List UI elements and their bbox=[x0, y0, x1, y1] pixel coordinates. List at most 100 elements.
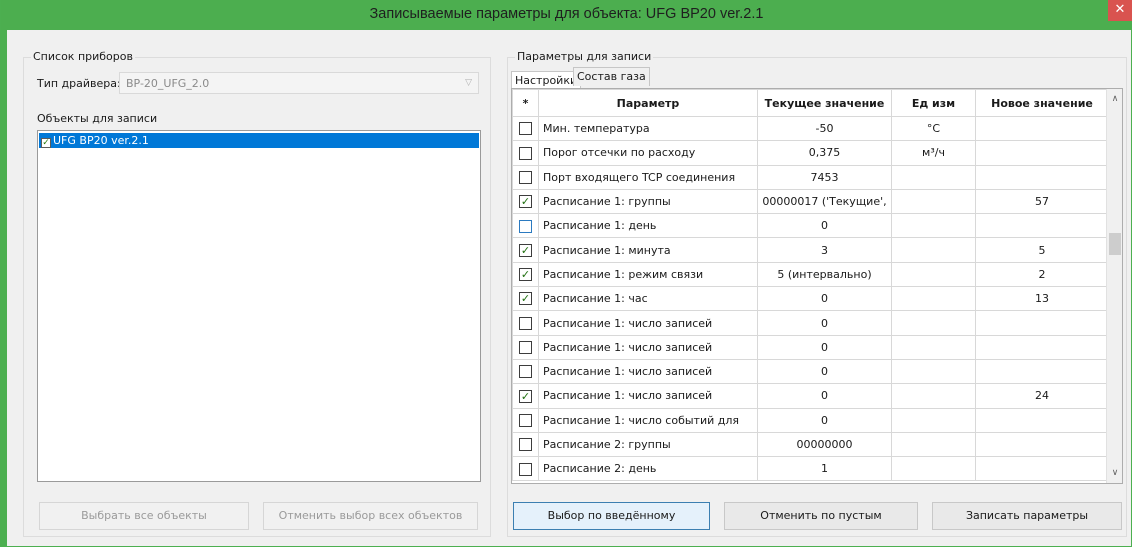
new-value-cell[interactable] bbox=[975, 358, 1109, 385]
row-checkbox[interactable] bbox=[519, 462, 532, 476]
row-checkbox[interactable] bbox=[519, 365, 532, 379]
row-checkbox-cell[interactable] bbox=[512, 310, 539, 336]
objects-list[interactable]: ✓ UFG BP20 ver.2.1 bbox=[37, 130, 481, 482]
row-checkbox[interactable]: ✓ bbox=[519, 292, 532, 306]
new-value-cell[interactable] bbox=[975, 334, 1109, 360]
unit-cell bbox=[891, 358, 976, 385]
row-checkbox[interactable]: ✓ bbox=[519, 389, 532, 403]
vertical-scrollbar[interactable]: ∧ ∨ bbox=[1106, 89, 1122, 483]
tab-settings[interactable]: Настройки bbox=[511, 71, 582, 88]
unit-cell bbox=[891, 456, 976, 482]
select-by-entered-button[interactable]: Выбор по введённому bbox=[513, 502, 710, 530]
current-value-cell: 0 bbox=[757, 334, 892, 360]
table-row[interactable]: Расписание 1: число записей 0 bbox=[512, 334, 1109, 360]
tab-gas-composition[interactable]: Состав газа bbox=[573, 67, 650, 86]
col-header-unit[interactable]: Ед изм bbox=[891, 89, 976, 117]
row-checkbox[interactable] bbox=[519, 413, 532, 427]
new-value-cell[interactable]: 13 bbox=[975, 286, 1109, 312]
new-value-cell[interactable] bbox=[975, 140, 1109, 166]
select-all-objects-button[interactable]: Выбрать все объекты bbox=[39, 502, 249, 530]
table-row[interactable]: ✓ Расписание 1: минута 3 5 bbox=[512, 237, 1109, 263]
table-row[interactable]: Расписание 1: число записей 0 bbox=[512, 310, 1109, 336]
title-bar[interactable]: Записываемые параметры для объекта: UFG … bbox=[1, 0, 1132, 30]
table-row[interactable]: ✓ Расписание 1: час 0 13 bbox=[512, 286, 1109, 312]
row-checkbox[interactable]: ✓ bbox=[519, 195, 532, 209]
table-row[interactable]: Расписание 1: день 0 bbox=[512, 213, 1109, 239]
table-row[interactable]: Мин. температура -50 °C bbox=[512, 115, 1109, 142]
list-item[interactable]: ✓ UFG BP20 ver.2.1 bbox=[39, 133, 479, 148]
row-checkbox-cell[interactable]: ✓ bbox=[512, 261, 539, 288]
table-row[interactable]: Расписание 1: число записей 0 bbox=[512, 358, 1109, 385]
row-checkbox[interactable]: ✓ bbox=[519, 268, 532, 282]
col-header-star[interactable]: * bbox=[512, 89, 539, 117]
new-value-cell[interactable] bbox=[975, 164, 1109, 190]
table-row[interactable]: Порт входящего TCP соединения 7453 bbox=[512, 164, 1109, 190]
row-checkbox-cell[interactable] bbox=[512, 213, 539, 239]
chevron-down-icon: ▽ bbox=[465, 78, 472, 88]
new-value-cell[interactable]: 57 bbox=[975, 188, 1109, 215]
param-name-cell: Расписание 1: число записей bbox=[538, 358, 758, 385]
current-value-cell: 0 bbox=[757, 310, 892, 336]
row-checkbox-cell[interactable] bbox=[512, 115, 539, 142]
col-header-param[interactable]: Параметр bbox=[538, 89, 758, 117]
param-name-cell: Порт входящего TCP соединения bbox=[538, 164, 758, 190]
new-value-cell[interactable]: 2 bbox=[975, 261, 1109, 288]
driver-type-select[interactable]: BP-20_UFG_2.0 ▽ bbox=[119, 72, 479, 94]
row-checkbox[interactable] bbox=[519, 219, 532, 233]
row-checkbox[interactable] bbox=[519, 438, 532, 452]
row-checkbox[interactable] bbox=[519, 341, 532, 355]
deselect-all-objects-button[interactable]: Отменить выбор всех объектов bbox=[263, 502, 478, 530]
write-params-button[interactable]: Записать параметры bbox=[932, 502, 1122, 530]
current-value-cell: 00000000 bbox=[757, 431, 892, 458]
row-checkbox[interactable] bbox=[519, 122, 532, 136]
close-icon[interactable]: ✕ bbox=[1108, 0, 1132, 21]
table-row[interactable]: Порог отсечки по расходу 0,375 м³/ч bbox=[512, 140, 1109, 166]
row-checkbox-cell[interactable]: ✓ bbox=[512, 237, 539, 263]
new-value-cell[interactable] bbox=[975, 213, 1109, 239]
new-value-cell[interactable] bbox=[975, 456, 1109, 482]
row-checkbox-cell[interactable] bbox=[512, 431, 539, 458]
row-checkbox-cell[interactable] bbox=[512, 407, 539, 433]
row-checkbox-cell[interactable] bbox=[512, 334, 539, 360]
row-checkbox[interactable] bbox=[519, 170, 532, 184]
new-value-cell[interactable] bbox=[975, 407, 1109, 433]
window-left-border bbox=[1, 30, 7, 547]
col-header-new[interactable]: Новое значение bbox=[975, 89, 1109, 117]
table-row[interactable]: ✓ Расписание 1: число записей 0 24 bbox=[512, 383, 1109, 409]
new-value-cell[interactable]: 5 bbox=[975, 237, 1109, 263]
row-checkbox-cell[interactable]: ✓ bbox=[512, 286, 539, 312]
new-value-cell[interactable]: 24 bbox=[975, 383, 1109, 409]
row-checkbox[interactable] bbox=[519, 146, 532, 160]
row-checkbox[interactable] bbox=[519, 316, 532, 330]
row-checkbox-cell[interactable]: ✓ bbox=[512, 383, 539, 409]
scroll-down-icon[interactable]: ∨ bbox=[1107, 465, 1122, 481]
params-grid[interactable]: * Параметр Текущее значение Ед изм Новое… bbox=[511, 88, 1123, 484]
param-name-cell: Расписание 1: минута bbox=[538, 237, 758, 263]
new-value-cell[interactable] bbox=[975, 115, 1109, 142]
table-row[interactable]: Расписание 2: день 1 bbox=[512, 456, 1109, 482]
cancel-empty-button[interactable]: Отменить по пустым bbox=[724, 502, 918, 530]
unit-cell bbox=[891, 334, 976, 360]
unit-cell: м³/ч bbox=[891, 140, 976, 166]
unit-cell bbox=[891, 407, 976, 433]
row-checkbox-cell[interactable] bbox=[512, 164, 539, 190]
row-checkbox-cell[interactable] bbox=[512, 358, 539, 385]
current-value-cell: 0,375 bbox=[757, 140, 892, 166]
table-row[interactable]: Расписание 2: группы 00000000 bbox=[512, 431, 1109, 458]
row-checkbox-cell[interactable] bbox=[512, 456, 539, 482]
table-row[interactable]: ✓ Расписание 1: режим связи 5 (интервально… bbox=[512, 261, 1109, 288]
table-row[interactable]: ✓ Расписание 1: группы 00000017 ('Текущие'… bbox=[512, 188, 1109, 215]
row-checkbox[interactable]: ✓ bbox=[519, 243, 532, 257]
scroll-up-icon[interactable]: ∧ bbox=[1107, 91, 1122, 107]
row-checkbox-cell[interactable]: ✓ bbox=[512, 188, 539, 215]
row-checkbox-cell[interactable] bbox=[512, 140, 539, 166]
object-checkbox[interactable]: ✓ bbox=[41, 138, 51, 148]
new-value-cell[interactable] bbox=[975, 310, 1109, 336]
table-row[interactable]: Расписание 1: число событий для 0 bbox=[512, 407, 1109, 433]
col-header-current[interactable]: Текущее значение bbox=[757, 89, 892, 117]
driver-type-value: BP-20_UFG_2.0 bbox=[126, 77, 210, 90]
param-name-cell: Расписание 1: число записей bbox=[538, 334, 758, 360]
scroll-thumb[interactable] bbox=[1109, 233, 1121, 255]
table-header-row: * Параметр Текущее значение Ед изм Новое… bbox=[512, 89, 1109, 117]
new-value-cell[interactable] bbox=[975, 431, 1109, 458]
